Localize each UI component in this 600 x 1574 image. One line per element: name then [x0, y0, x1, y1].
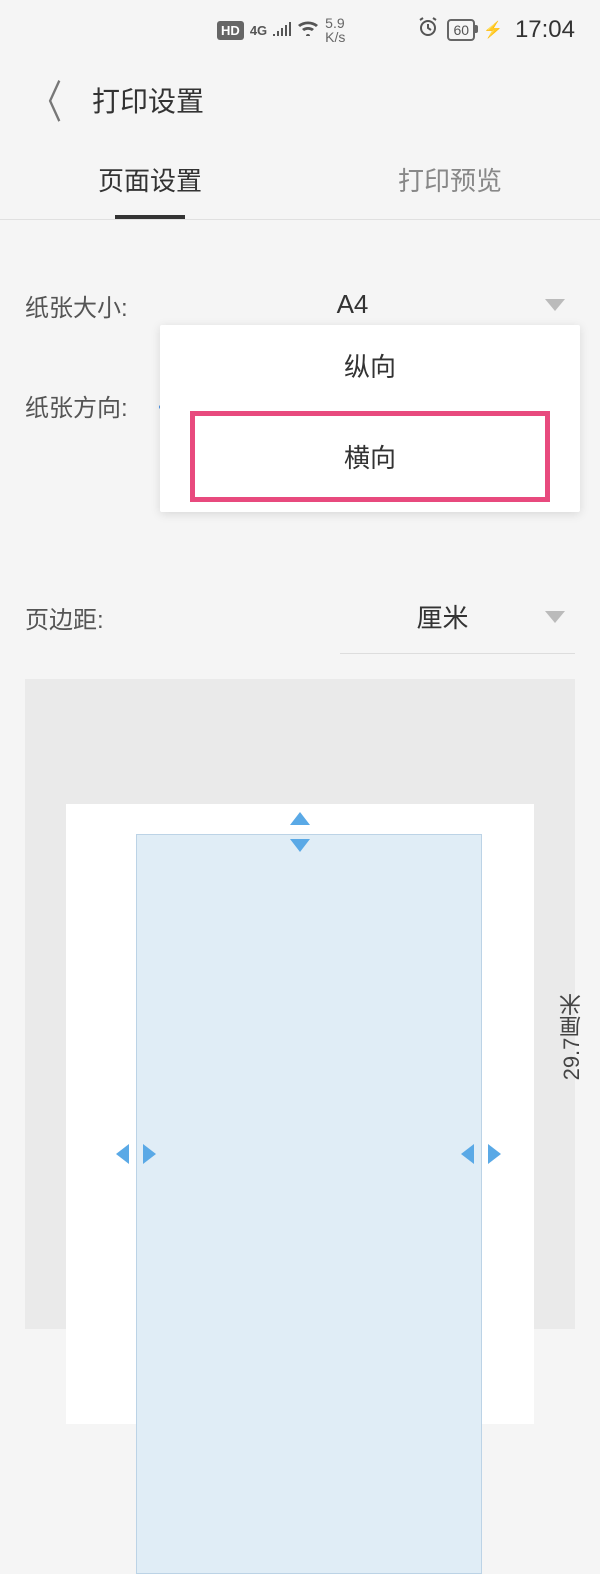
margin-label: 页边距:	[25, 600, 160, 635]
margin-handle-right-out-icon[interactable]	[488, 1144, 501, 1164]
signal-icon	[273, 19, 291, 42]
orientation-option-landscape[interactable]: 横向	[190, 411, 550, 502]
margin-value: 厘米	[340, 598, 545, 635]
orientation-row: 纸张方向: 纵向 横向	[25, 340, 575, 440]
header: 〈 打印设置	[0, 60, 600, 140]
margin-handle-right-in-icon[interactable]	[461, 1144, 474, 1164]
content-area: 纸张大小: A4 纸张方向: 纵向 横向 页边距: 厘米	[0, 220, 600, 1349]
alarm-icon	[417, 16, 439, 44]
net-speed-unit: K/s	[325, 29, 345, 45]
tab-page-setup[interactable]: 页面设置	[0, 140, 300, 219]
network-gen: 4G	[250, 23, 267, 38]
tab-bar: 页面设置 打印预览	[0, 140, 600, 220]
margin-handle-left-in-icon[interactable]	[143, 1144, 156, 1164]
margin-handle-top-up-icon[interactable]	[290, 812, 310, 825]
paper-size-value: A4	[160, 289, 545, 320]
caret-down-icon	[545, 611, 565, 623]
orientation-popup: 纵向 横向	[160, 325, 580, 512]
net-speed: 5.9 K/s	[325, 16, 345, 44]
margin-handle-top-down-icon[interactable]	[290, 839, 310, 852]
margin-handle-left-out-icon[interactable]	[116, 1144, 129, 1164]
paper-size-label: 纸张大小:	[25, 288, 160, 323]
clock-time: 17:04	[515, 16, 575, 44]
charging-icon: ⚡	[483, 20, 503, 40]
page-preview-content-area[interactable]	[136, 834, 482, 1574]
status-bar: HD 4G 5.9 K/s 60 ⚡ 17:04	[0, 0, 600, 60]
page-preview-paper	[66, 804, 534, 1424]
page-height-label: 29.7厘米	[556, 993, 588, 1080]
battery-icon: 60	[447, 19, 475, 41]
back-icon[interactable]: 〈	[30, 68, 62, 132]
battery-level: 60	[453, 22, 469, 38]
status-right: 60 ⚡ 17:04	[417, 16, 575, 44]
wifi-icon	[297, 19, 319, 42]
page-title: 打印设置	[92, 80, 204, 120]
tab-print-preview[interactable]: 打印预览	[300, 140, 600, 219]
orientation-label: 纸张方向:	[25, 388, 160, 423]
orientation-option-portrait[interactable]: 纵向	[160, 325, 580, 406]
page-preview: 29.7厘米	[25, 679, 575, 1329]
caret-down-icon	[545, 299, 565, 311]
margin-dropdown[interactable]: 厘米	[340, 580, 575, 654]
hd-badge: HD	[217, 21, 244, 40]
margin-row: 页边距: 厘米	[25, 520, 575, 654]
status-left: HD 4G 5.9 K/s	[145, 16, 417, 44]
